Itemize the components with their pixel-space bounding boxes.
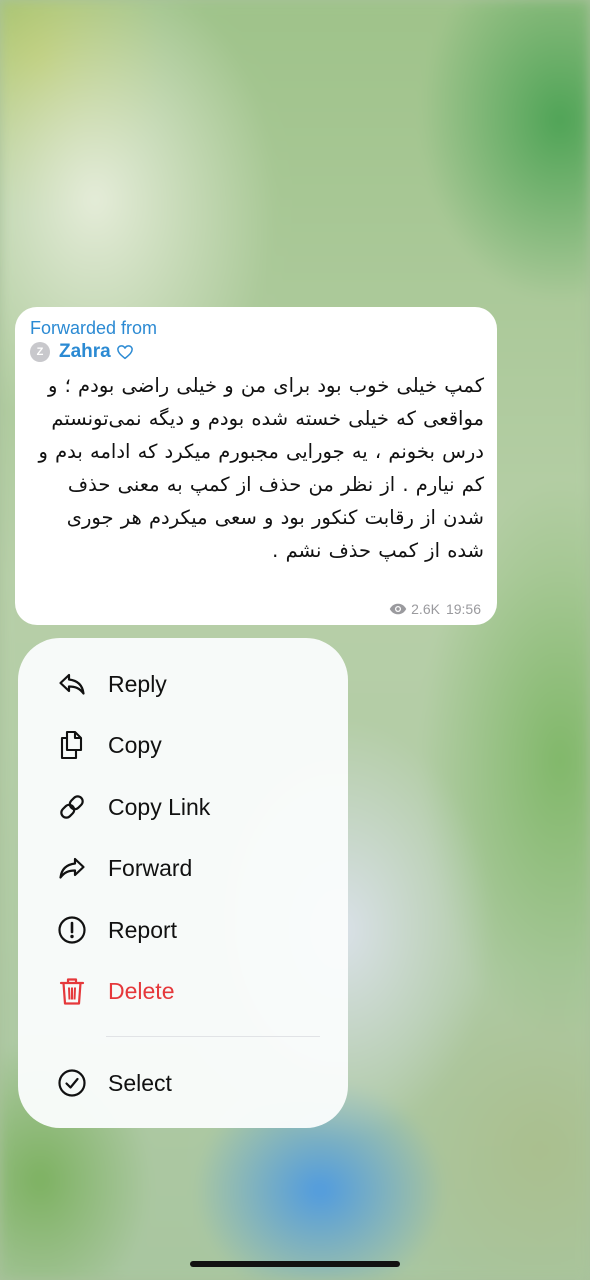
trash-icon	[56, 975, 88, 1007]
menu-item-label: Forward	[108, 854, 193, 881]
forward-icon	[56, 852, 88, 884]
menu-item-label: Report	[108, 916, 178, 943]
forwarded-sender[interactable]: Z Zahra	[30, 341, 134, 363]
forwarded-label: Forwarded from	[30, 318, 158, 338]
menu-item-label: Copy Link	[108, 793, 211, 820]
link-icon	[56, 791, 88, 823]
sender-name: Zahra	[59, 341, 111, 362]
avatar: Z	[30, 342, 50, 362]
view-count: 2.6K	[411, 601, 440, 617]
screen: Forwarded from Z Zahra کمپ خیلی خوب بود …	[0, 0, 590, 1280]
menu-item-label: Select	[108, 1069, 172, 1096]
menu-item-delete[interactable]: Delete	[18, 962, 348, 1020]
message-time: 19:56	[445, 601, 481, 617]
menu-item-reply[interactable]: Reply	[18, 655, 348, 713]
message-bubble[interactable]: Forwarded from Z Zahra کمپ خیلی خوب بود …	[15, 307, 497, 625]
menu-item-forward[interactable]: Forward	[18, 839, 348, 897]
eye-icon	[389, 603, 407, 615]
menu-item-label: Copy	[108, 731, 162, 758]
home-indicator[interactable]	[190, 1261, 400, 1267]
copy-icon	[56, 729, 88, 761]
menu-item-copy-link[interactable]: Copy Link	[18, 778, 348, 836]
heart-outline-icon	[116, 345, 133, 360]
message-meta: 2.6K 19:56	[389, 601, 481, 617]
menu-item-label: Delete	[108, 977, 175, 1004]
reply-icon	[56, 668, 88, 700]
menu-item-report[interactable]: Report	[18, 901, 348, 959]
menu-item-label: Reply	[108, 670, 167, 697]
message-text: کمپ خیلی خوب بود برای من و خیلی راضی بود…	[38, 374, 484, 562]
report-icon	[56, 914, 88, 946]
menu-divider	[106, 1036, 320, 1037]
menu-item-select[interactable]: Select	[18, 1054, 348, 1112]
context-menu: Reply Copy Copy Link Forward Report Dele…	[18, 638, 348, 1128]
select-check-icon	[56, 1067, 88, 1099]
menu-item-copy[interactable]: Copy	[18, 716, 348, 774]
